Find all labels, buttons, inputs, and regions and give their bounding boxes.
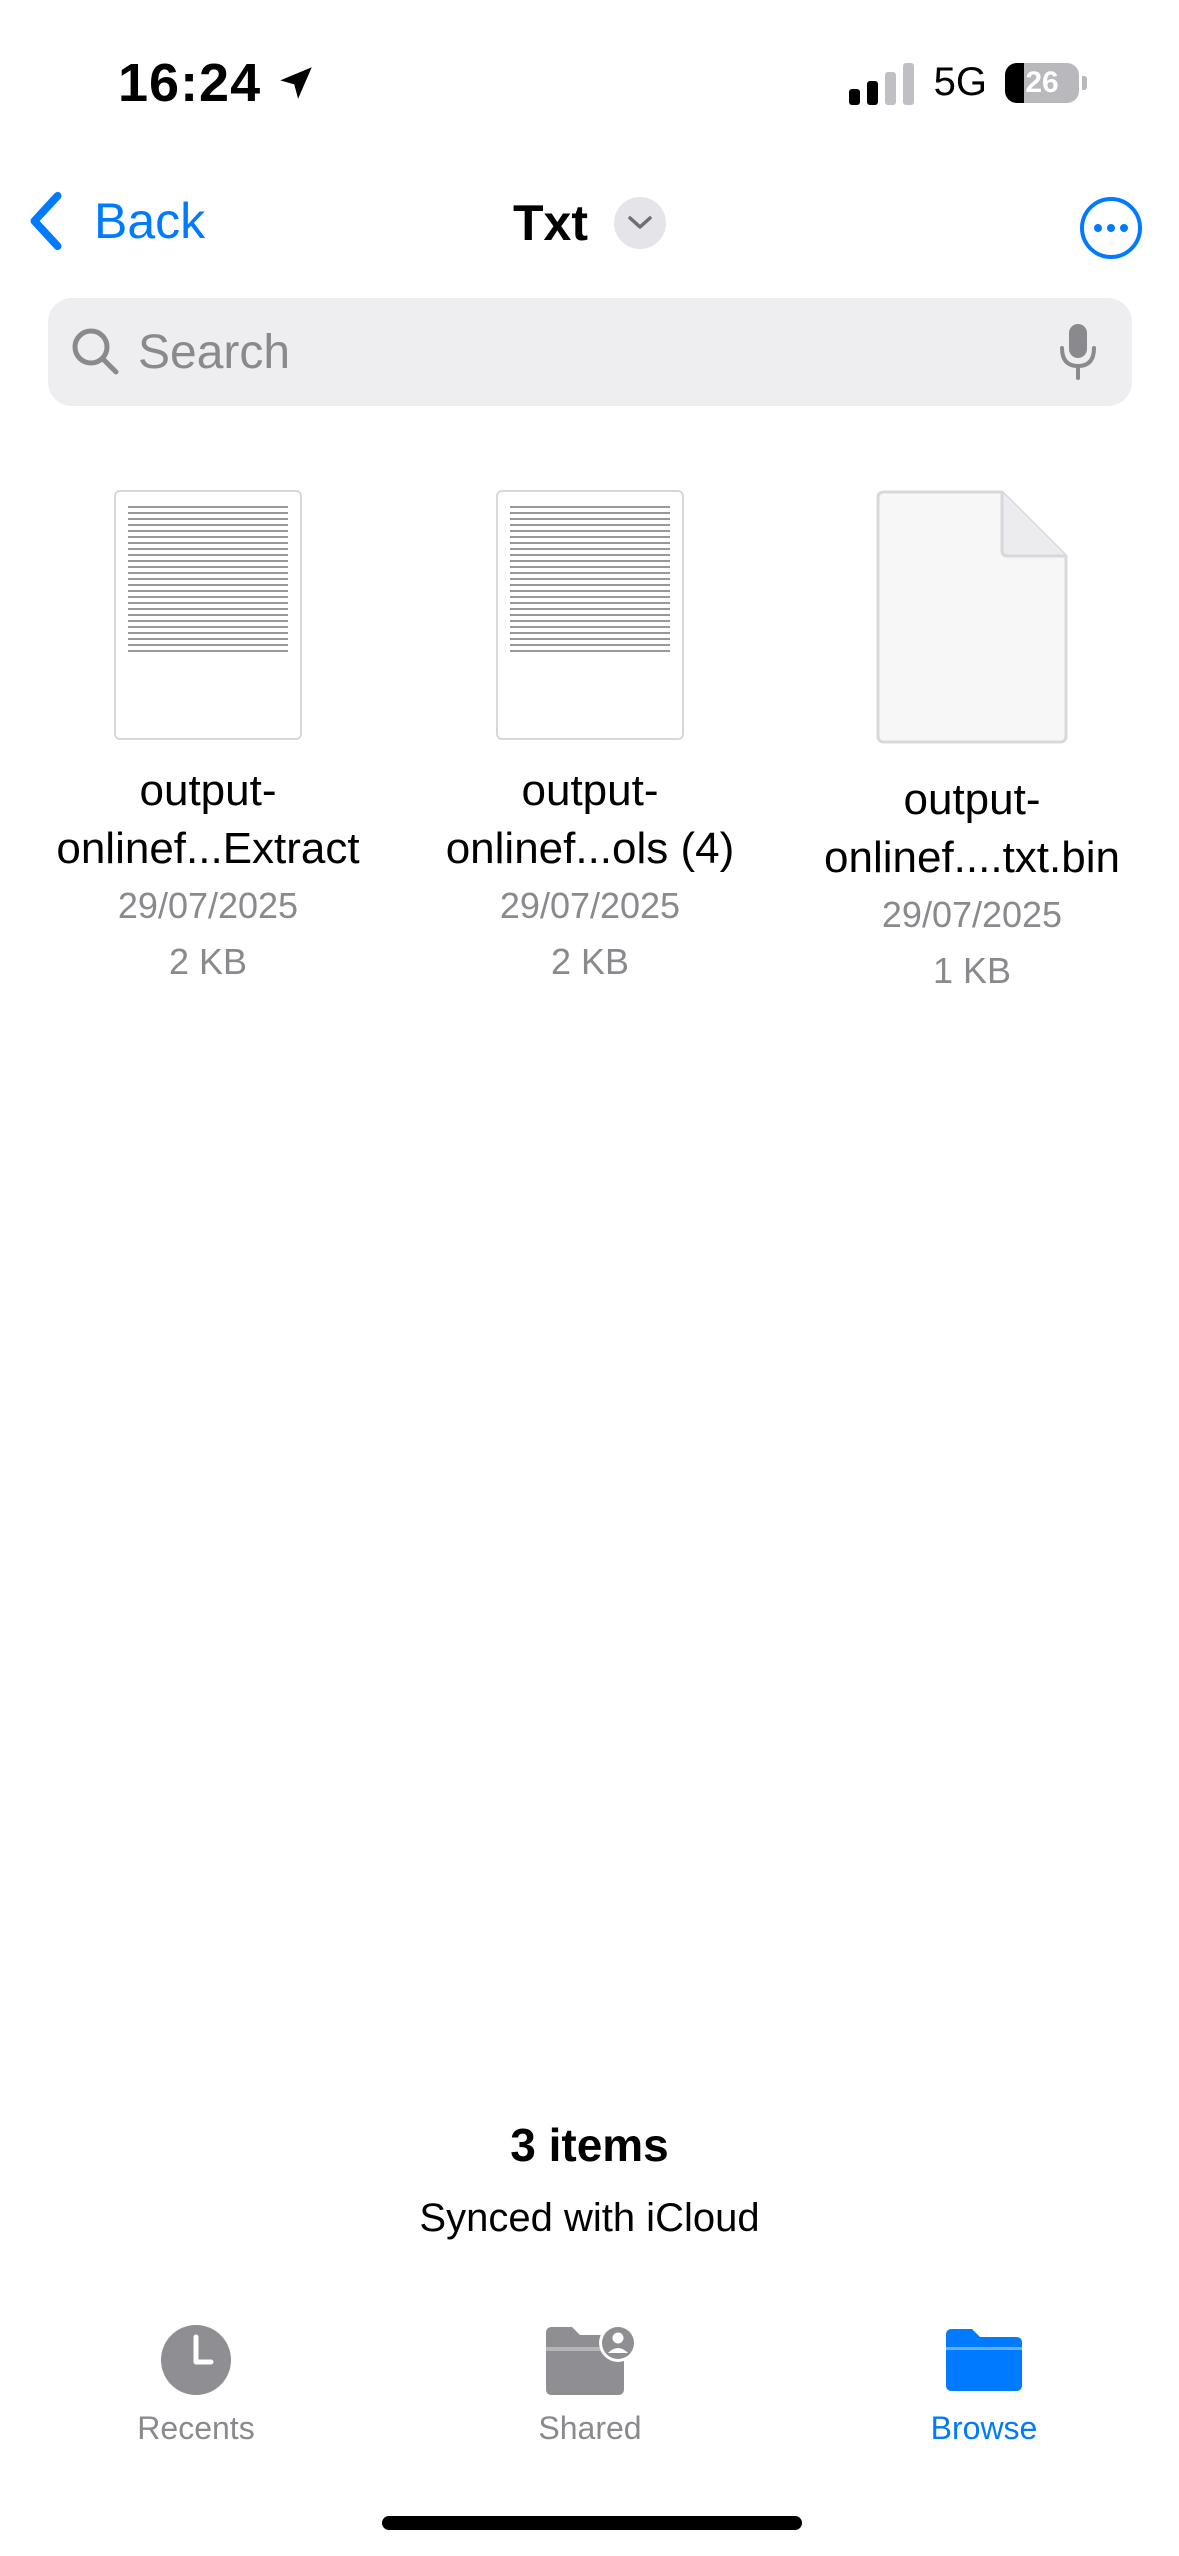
- battery-level: 26: [1025, 65, 1059, 99]
- location-arrow-icon: [280, 67, 312, 99]
- tab-browse[interactable]: Browse: [834, 2320, 1134, 2447]
- file-size: 2 KB: [168, 941, 248, 982]
- clock-icon: [161, 2325, 231, 2395]
- blank-document-icon: [876, 490, 1068, 744]
- file-name: output- onlinef....txt.bin: [824, 775, 1120, 882]
- file-name: output- onlinef...ols (4): [445, 766, 735, 873]
- file-size: 2 KB: [550, 941, 630, 982]
- search-field[interactable]: Search: [48, 298, 1132, 406]
- item-count: 3 items: [510, 2119, 669, 2171]
- cellular-signal-icon: [848, 61, 914, 105]
- tab-label: Browse: [930, 2410, 1038, 2446]
- file-date: 29/07/2025: [499, 885, 681, 926]
- file-item[interactable]: output- onlinef....txt.bin 29/07/2025 1 …: [782, 490, 1162, 999]
- status-time: 16:24: [118, 52, 317, 114]
- tab-recents[interactable]: Recents: [46, 2320, 346, 2447]
- text-file-thumbnail: [496, 490, 684, 740]
- file-item[interactable]: output- onlinef...Extract 29/07/2025 2 K…: [18, 490, 398, 990]
- tab-shared[interactable]: Shared: [440, 2320, 740, 2447]
- sync-status: Synced with iCloud: [419, 2196, 760, 2240]
- folder-icon: [946, 2329, 1022, 2391]
- battery-cap: [1082, 75, 1087, 90]
- shared-folder-icon: [546, 2324, 637, 2395]
- file-item[interactable]: output- onlinef...ols (4) 29/07/2025 2 K…: [400, 490, 780, 990]
- battery-icon: 26: [1005, 62, 1079, 103]
- files-app-screen: 16:24 5G 26 Back Txt Search output- onli…: [0, 0, 1179, 2556]
- chevron-down-icon[interactable]: [614, 197, 666, 249]
- folder-title-menu[interactable]: Txt: [0, 194, 1179, 252]
- file-size: 1 KB: [932, 950, 1012, 991]
- search-icon: [72, 328, 119, 375]
- network-type: 5G: [933, 60, 987, 104]
- file-name: output- onlinef...Extract: [56, 766, 360, 873]
- microphone-icon[interactable]: [1056, 320, 1100, 384]
- page-title: Txt: [513, 195, 588, 251]
- search-input[interactable]: Search: [138, 325, 1056, 380]
- tab-bar: Recents Shared Browse: [0, 2320, 1179, 2480]
- status-indicators: 5G 26: [848, 60, 1087, 105]
- ellipsis-circle-icon[interactable]: [1079, 196, 1143, 260]
- file-date: 29/07/2025: [117, 885, 299, 926]
- home-indicator[interactable]: [382, 2516, 802, 2530]
- text-file-thumbnail: [114, 490, 302, 740]
- file-date: 29/07/2025: [881, 894, 1063, 935]
- tab-label: Shared: [538, 2410, 642, 2446]
- tab-label: Recents: [137, 2410, 255, 2446]
